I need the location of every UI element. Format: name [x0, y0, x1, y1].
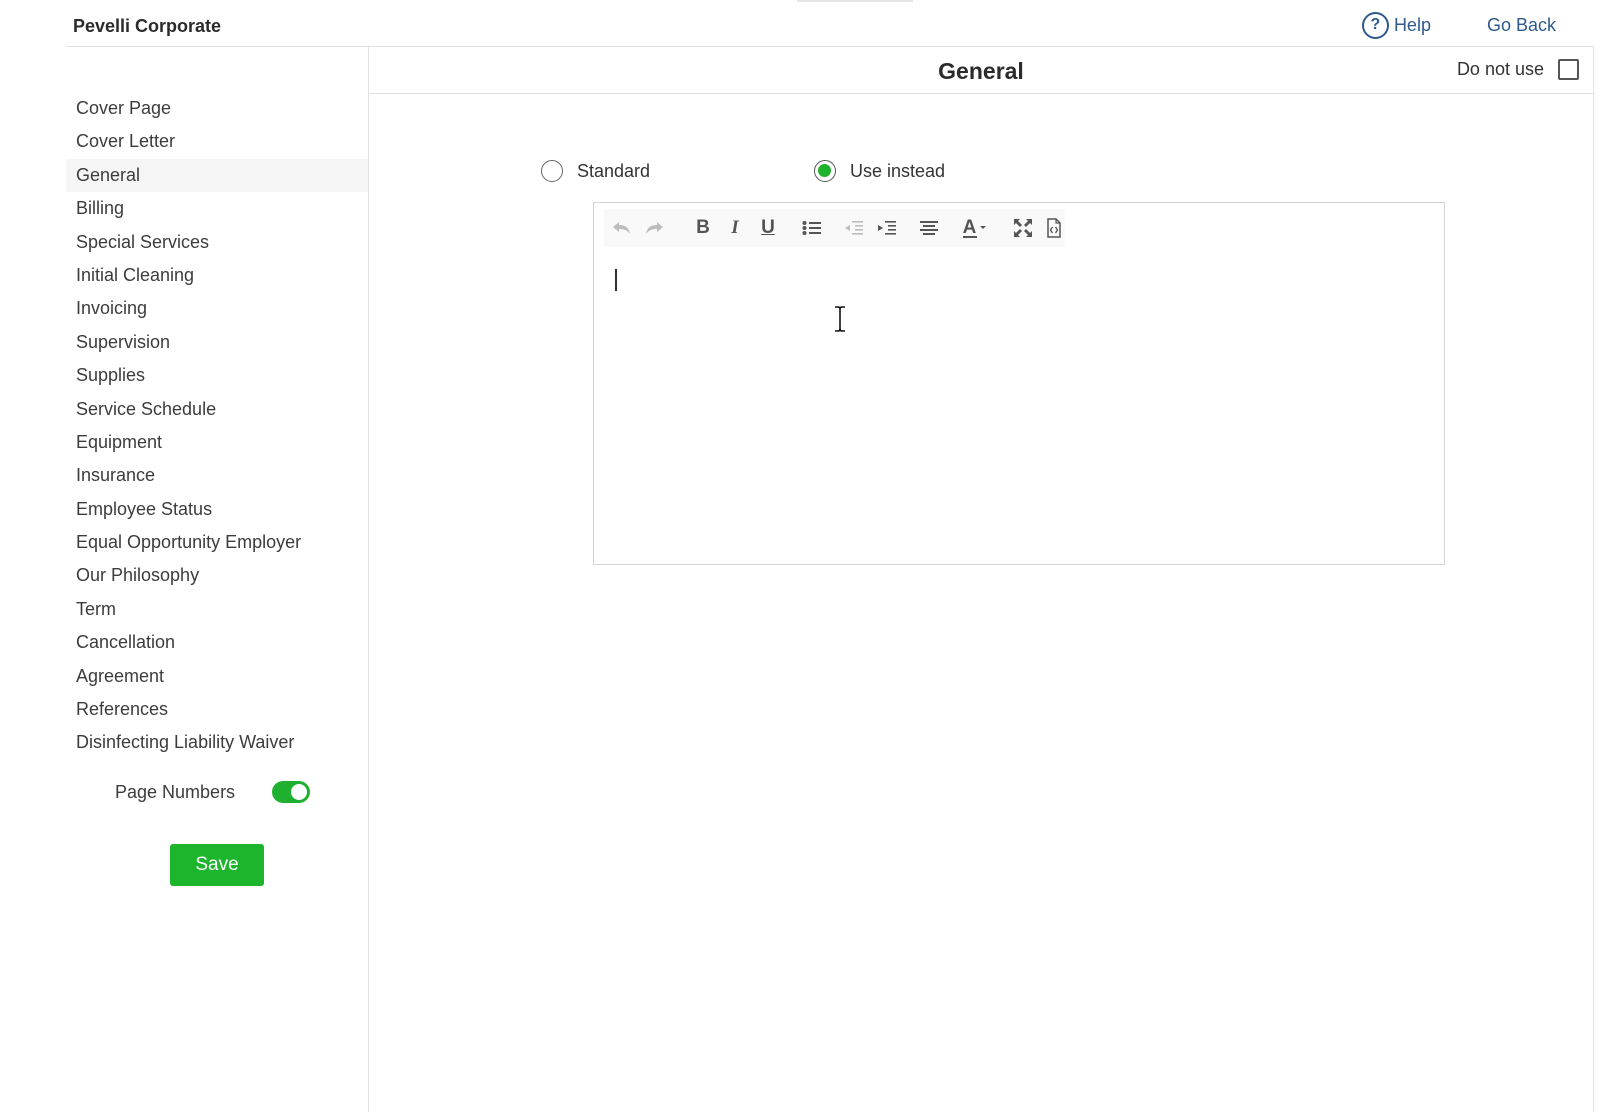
use-instead-radio[interactable]: [814, 160, 836, 182]
undo-icon[interactable]: [610, 209, 634, 247]
underline-icon[interactable]: U: [757, 209, 779, 247]
sidebar-item-supervision[interactable]: Supervision: [66, 326, 368, 359]
standard-label: Standard: [577, 160, 651, 181]
section-nav: Cover Page Cover Letter General Billing …: [66, 92, 368, 760]
help-link[interactable]: ? Help: [1361, 11, 1431, 39]
sidebar-item-references[interactable]: References: [66, 693, 368, 726]
sidebar-item-disinfecting-liability-waiver[interactable]: Disinfecting Liability Waiver: [66, 726, 368, 759]
sidebar-item-special-services[interactable]: Special Services: [66, 226, 368, 259]
main-panel: General Do not use Standard Use instead …: [369, 46, 1594, 1112]
rich-text-editor: B I U A: [593, 202, 1445, 565]
standard-option[interactable]: Standard: [541, 160, 650, 182]
bulleted-list-icon[interactable]: [800, 209, 824, 247]
radio-selected-dot: [818, 164, 831, 177]
sidebar-item-employee-status[interactable]: Employee Status: [66, 493, 368, 526]
text-caret: [615, 269, 617, 291]
sidebar-item-supplies[interactable]: Supplies: [66, 359, 368, 392]
italic-icon[interactable]: I: [725, 209, 745, 247]
sidebar-item-service-schedule[interactable]: Service Schedule: [66, 393, 368, 426]
do-not-use-checkbox[interactable]: [1558, 59, 1579, 80]
align-center-icon[interactable]: [917, 209, 941, 247]
use-instead-label: Use instead: [850, 160, 946, 181]
help-icon: ?: [1361, 11, 1389, 39]
redo-icon[interactable]: [642, 209, 666, 247]
chevron-down-icon: [980, 226, 987, 229]
topbar-actions: ? Help Go Back: [1361, 10, 1556, 40]
sidebar: Cover Page Cover Letter General Billing …: [66, 46, 369, 1112]
sidebar-item-equipment[interactable]: Equipment: [66, 426, 368, 459]
editor-toolbar: B I U A: [604, 209, 1065, 247]
fullscreen-icon[interactable]: [1011, 209, 1035, 247]
standard-radio[interactable]: [541, 160, 563, 182]
top-sliver: [797, 0, 913, 2]
page-numbers-toggle[interactable]: [272, 781, 311, 803]
company-name: Pevelli Corporate: [73, 16, 222, 36]
save-button[interactable]: Save: [170, 844, 264, 886]
sidebar-item-agreement[interactable]: Agreement: [66, 660, 368, 693]
sidebar-item-billing[interactable]: Billing: [66, 192, 368, 225]
sidebar-item-cover-page[interactable]: Cover Page: [66, 92, 368, 125]
page-numbers-label: Page Numbers: [115, 781, 236, 802]
bold-icon[interactable]: B: [692, 209, 714, 247]
page-title: General: [938, 58, 1024, 84]
help-label: Help: [1393, 14, 1431, 35]
main-header: General Do not use: [369, 47, 1593, 94]
go-back-link[interactable]: Go Back: [1487, 15, 1556, 36]
source-code-icon[interactable]: [1043, 209, 1065, 247]
page-numbers-setting: Page Numbers: [115, 781, 311, 803]
sidebar-item-equal-opportunity-employer[interactable]: Equal Opportunity Employer: [66, 526, 368, 559]
sidebar-item-our-philosophy[interactable]: Our Philosophy: [66, 559, 368, 592]
text-cursor-icon: [835, 306, 845, 332]
outdent-icon[interactable]: [842, 209, 866, 247]
sidebar-item-general[interactable]: General: [66, 158, 368, 193]
sidebar-item-initial-cleaning[interactable]: Initial Cleaning: [66, 259, 368, 292]
editor-content-area[interactable]: [594, 251, 1444, 564]
do-not-use-option[interactable]: Do not use: [1457, 59, 1579, 80]
font-color-icon[interactable]: A: [958, 209, 992, 247]
sidebar-item-cover-letter[interactable]: Cover Letter: [66, 125, 368, 158]
do-not-use-label: Do not use: [1456, 59, 1544, 79]
sidebar-item-invoicing[interactable]: Invoicing: [66, 292, 368, 325]
use-instead-option[interactable]: Use instead: [814, 160, 945, 182]
sidebar-item-insurance[interactable]: Insurance: [66, 459, 368, 492]
sidebar-item-term[interactable]: Term: [66, 593, 368, 626]
sidebar-item-cancellation[interactable]: Cancellation: [66, 626, 368, 659]
indent-icon[interactable]: [875, 209, 899, 247]
toggle-knob: [291, 784, 308, 800]
